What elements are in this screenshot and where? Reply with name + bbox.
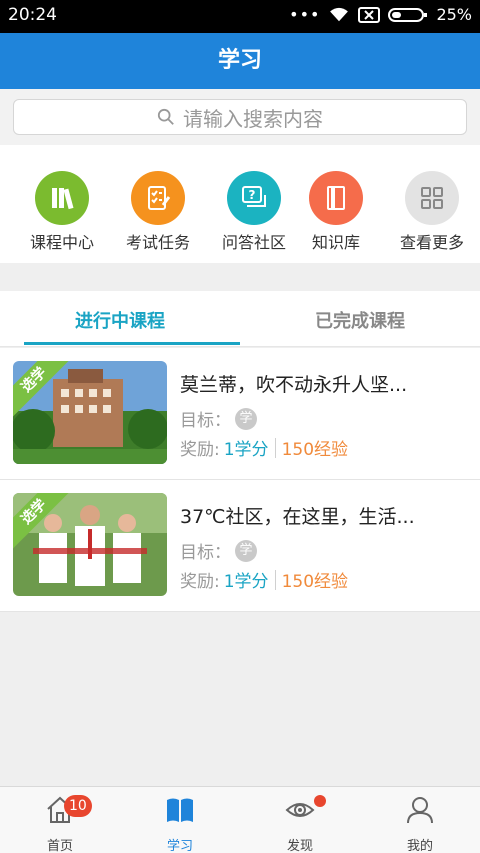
course-tabs: 进行中课程 已完成课程	[0, 291, 480, 347]
quick-link-label: 查看更多	[399, 233, 464, 252]
reward-label: 奖励:	[180, 572, 220, 592]
more-dots-icon: •••	[289, 5, 321, 24]
search-placeholder: 请输入搜索内容	[183, 106, 323, 131]
nav-discover[interactable]: 发现	[240, 787, 360, 853]
tab-label: 进行中课程	[75, 311, 165, 332]
course-thumbnail: 选学	[13, 361, 167, 464]
person-icon	[407, 797, 433, 824]
course-thumbnail: 选学	[13, 493, 167, 596]
quick-link-label: 知识库	[311, 233, 360, 252]
search-input[interactable]: 请输入搜索内容	[13, 99, 467, 135]
quick-link-view-more[interactable]: 查看更多	[384, 171, 480, 253]
reward-credit: 1学分	[223, 572, 269, 592]
books-icon	[52, 188, 74, 210]
battery-percent: 25%	[436, 5, 472, 24]
eye-icon	[285, 803, 315, 817]
course-reward: 奖励: 1学分 150经验	[180, 567, 348, 592]
tab-label: 已完成课程	[315, 311, 405, 332]
nav-label: 我的	[406, 839, 433, 853]
course-title: 37℃社区，在这里，生活...	[180, 506, 415, 528]
page-title: 学习	[217, 48, 262, 73]
sim-x-icon	[358, 6, 381, 23]
search-area: 请输入搜索内容	[0, 89, 480, 145]
nav-mine[interactable]: 我的	[360, 787, 480, 853]
open-book-icon	[167, 798, 193, 822]
nav-label: 学习	[166, 839, 193, 853]
course-list-item[interactable]: 选学 莫兰蒂，吹不动永升人坚... 目标： 学 奖励: 1学分 150经验	[0, 348, 480, 480]
nav-label: 发现	[286, 839, 313, 853]
reward-exp: 150经验	[281, 572, 349, 592]
reward-exp: 150经验	[281, 440, 349, 460]
reward-label: 奖励:	[180, 440, 220, 460]
course-goal: 目标： 学	[180, 538, 257, 563]
status-bar: 20:24 ••• 25%	[0, 0, 480, 33]
course-reward: 奖励: 1学分 150经验	[180, 435, 348, 460]
reward-credit: 1学分	[223, 440, 269, 460]
new-dot	[314, 795, 326, 807]
nav-study[interactable]: 学习	[120, 787, 240, 853]
app-header: 学习	[0, 33, 480, 89]
nav-label: 首页	[46, 839, 73, 853]
checklist-icon	[148, 186, 171, 210]
course-list-item[interactable]: 选学 37℃社区，在这里，生活... 目标： 学 奖励: 1学分 150经验	[0, 480, 480, 612]
nav-home[interactable]: 10 首页	[0, 787, 120, 853]
quick-link-course-center[interactable]: 课程中心	[14, 171, 110, 253]
goal-badge: 学	[235, 539, 257, 562]
goal-badge: 学	[235, 407, 257, 430]
search-icon	[157, 108, 174, 125]
status-time: 20:24	[8, 5, 57, 25]
course-title: 莫兰蒂，吹不动永升人坚...	[180, 374, 408, 396]
library-book-icon	[327, 186, 345, 210]
tab-in-progress[interactable]: 进行中课程	[0, 291, 240, 347]
quick-links: 课程中心 考试任务 ? 问答社区 知识库 查看更多	[0, 145, 480, 263]
bottom-nav: 10 首页 学习 发现 我的	[0, 786, 480, 853]
tab-completed[interactable]: 已完成课程	[240, 291, 480, 347]
goal-label: 目标：	[180, 543, 231, 563]
tab-active-indicator	[24, 342, 240, 345]
divider	[274, 569, 276, 590]
quick-link-label: 课程中心	[29, 233, 94, 252]
divider	[274, 437, 276, 458]
grid-icon	[421, 187, 443, 209]
battery-icon	[388, 7, 428, 22]
quick-link-knowledge-base[interactable]: 知识库	[288, 171, 384, 253]
wifi-icon	[330, 7, 349, 21]
course-goal: 目标： 学	[180, 406, 257, 431]
goal-label: 目标：	[180, 411, 231, 431]
quick-link-label: 考试任务	[125, 233, 190, 252]
svg-text:?: ?	[249, 188, 256, 202]
notification-badge: 10	[64, 795, 92, 817]
quick-link-exam-tasks[interactable]: 考试任务	[110, 171, 206, 253]
question-chat-icon: ?	[242, 186, 266, 207]
